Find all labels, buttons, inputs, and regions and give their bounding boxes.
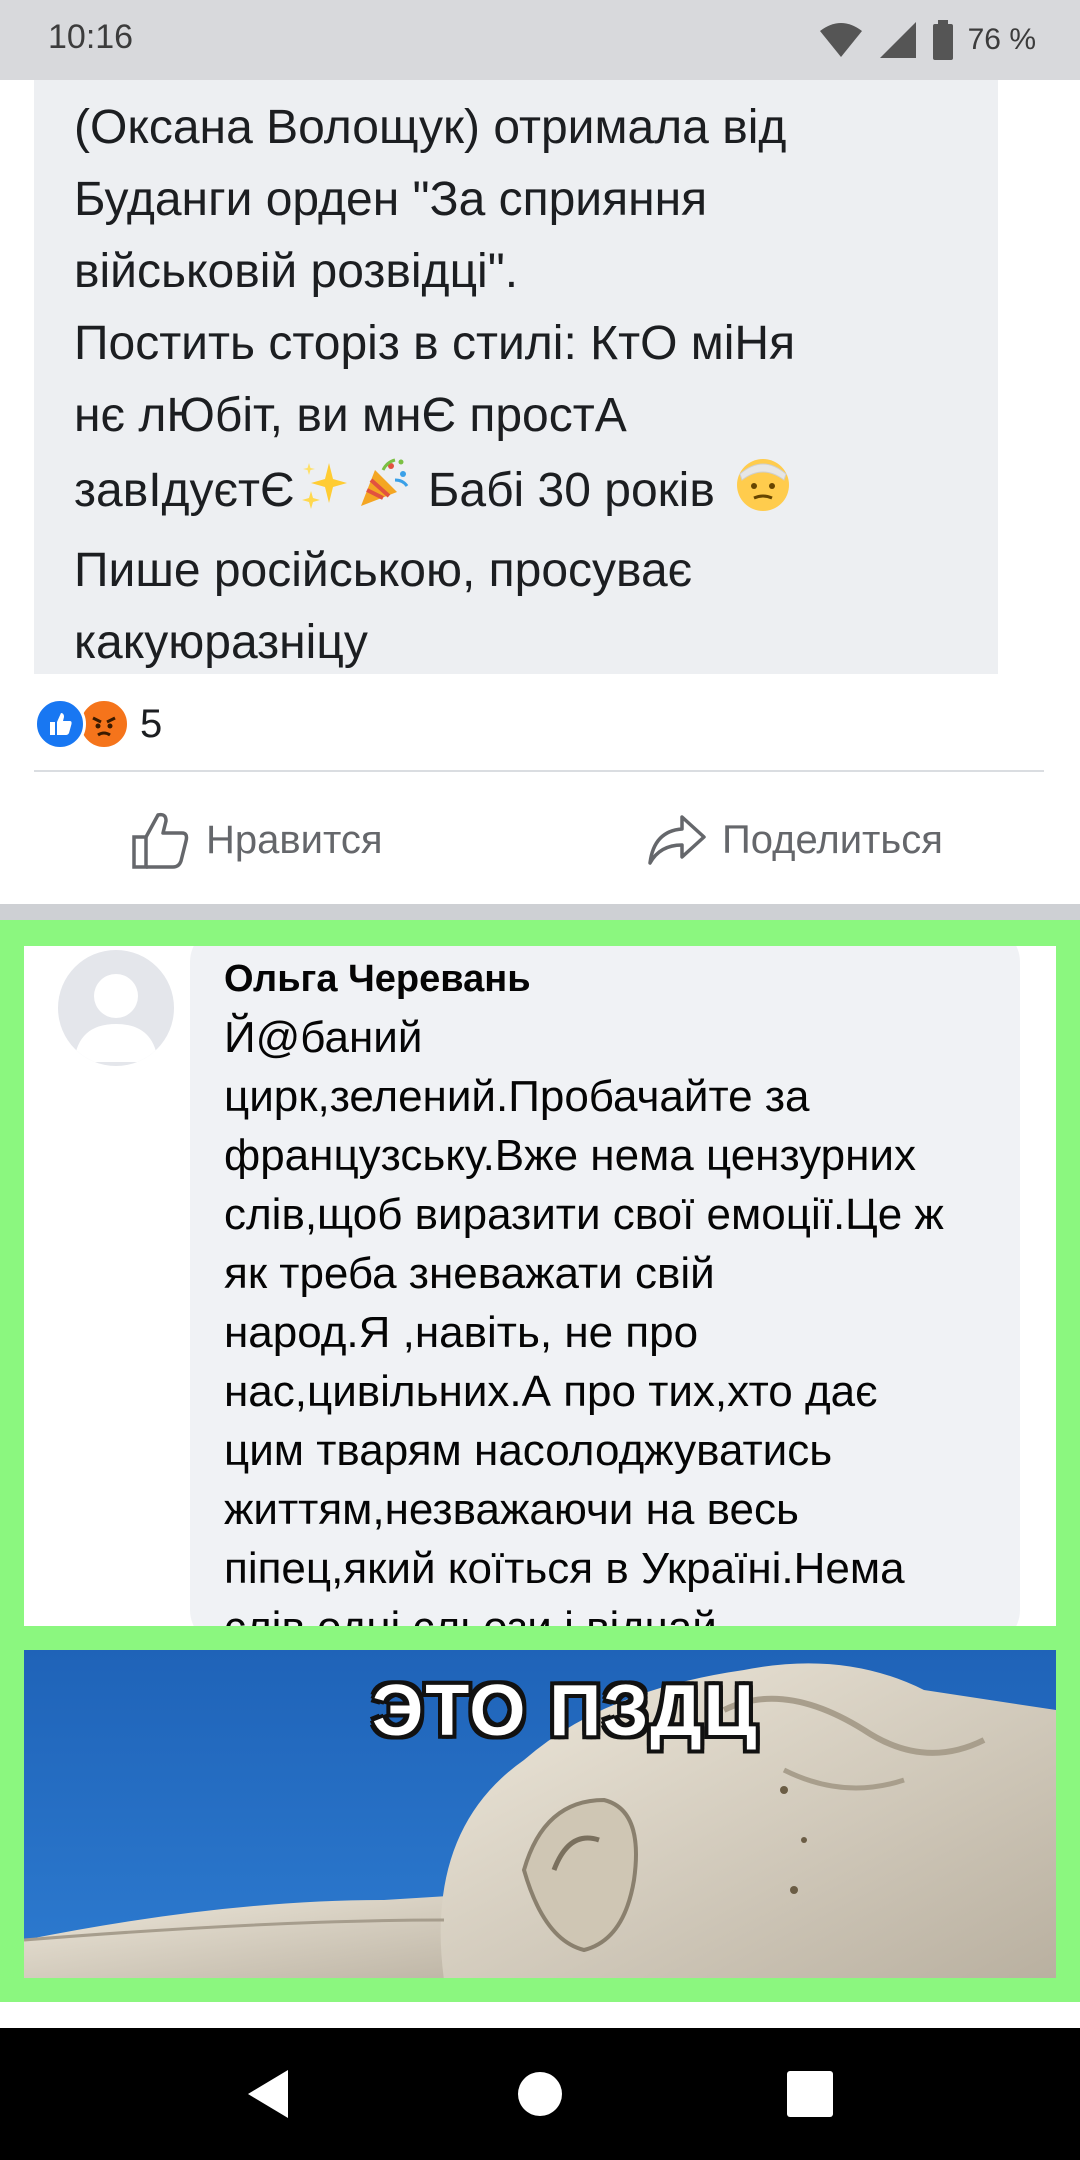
post-text-card[interactable]: (Оксана Волощук) отримала від Буданги ор…: [34, 80, 998, 674]
comment-text: Й@баний цирк,зелений.Пробачайте за франц…: [224, 1013, 944, 1626]
back-icon[interactable]: [240, 2066, 296, 2122]
injured-face-icon: [732, 452, 794, 535]
battery-percent: 76 %: [967, 23, 1036, 56]
meme-image[interactable]: ЭТО ПЗДЦ: [24, 1650, 1056, 1978]
share-label: Поделиться: [722, 817, 943, 862]
share-arrow-icon: [648, 815, 706, 865]
section-separator: [0, 904, 1080, 920]
navigation-bar: [0, 2028, 1080, 2160]
status-icons: 76 %: [818, 16, 1036, 64]
reaction-count: 5: [140, 701, 163, 746]
post-text-tail-2: Пише російською, просуває какуюразніцу: [74, 544, 693, 669]
share-button[interactable]: Поделиться: [646, 800, 943, 880]
post-text-main: (Оксана Волощук) отримала від Буданги ор…: [74, 101, 796, 518]
comment-author[interactable]: Ольга Черевань: [224, 958, 531, 1001]
battery-icon: [932, 20, 953, 60]
like-reaction-icon: [34, 698, 86, 750]
like-label: Нравится: [206, 817, 383, 862]
party-popper-icon: [357, 456, 411, 531]
divider: [34, 770, 1044, 772]
avatar[interactable]: [58, 950, 174, 1066]
signal-icon: [879, 22, 916, 58]
wifi-icon: [819, 23, 862, 57]
comment: Ольга Черевань Й@баний цирк,зелений.Проб…: [24, 946, 1056, 1626]
thumbs-up-icon: [132, 812, 189, 869]
post-text: (Оксана Волощук) отримала від Буданги ор…: [74, 92, 974, 679]
status-bar: 10:16 76 %: [0, 0, 1080, 80]
meme-caption: ЭТО ПЗДЦ: [372, 1671, 759, 1751]
like-button[interactable]: Нравится: [130, 800, 383, 880]
status-time: 10:16: [48, 18, 134, 56]
home-icon[interactable]: [512, 2066, 568, 2122]
comment-highlight-frame: Ольга Черевань Й@баний цирк,зелений.Проб…: [0, 920, 1080, 2002]
recents-icon[interactable]: [782, 2066, 838, 2122]
default-avatar-icon: [74, 974, 158, 1062]
reactions-summary[interactable]: 5: [34, 696, 162, 752]
sparkles-icon: [299, 458, 349, 530]
next-item-strip: [0, 2002, 1080, 2028]
post-text-tail-1: Бабі 30 років: [414, 464, 729, 518]
